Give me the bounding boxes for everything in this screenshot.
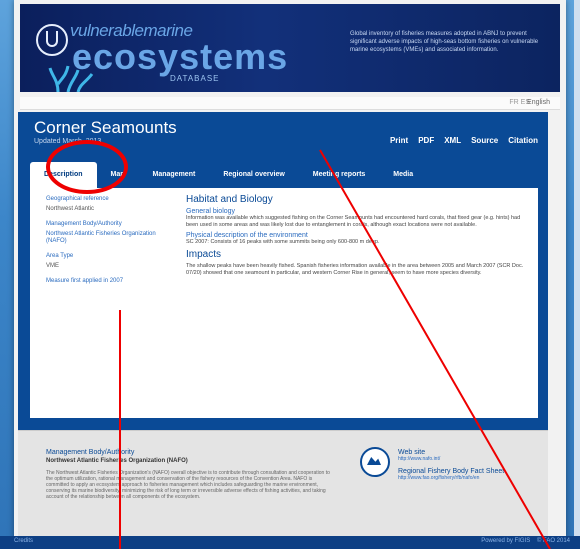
page-title: Corner Seamounts bbox=[34, 118, 177, 137]
nafo-logo-icon bbox=[360, 447, 390, 477]
brand-main: ecosystems bbox=[72, 36, 289, 77]
physical-heading: Physical description of the environment bbox=[186, 232, 308, 239]
geo-label: Geographical reference bbox=[46, 196, 109, 202]
fao-logo-icon[interactable] bbox=[36, 24, 68, 56]
description-body: Habitat and Biology General biology Info… bbox=[186, 194, 526, 280]
tab-media[interactable]: Media bbox=[379, 162, 427, 188]
habitat-heading: Habitat and Biology bbox=[186, 194, 273, 205]
area-label: Area Type bbox=[46, 253, 74, 259]
coral-icon bbox=[48, 65, 94, 92]
language-strip: FR ES English bbox=[20, 97, 560, 110]
print-link[interactable]: Print bbox=[390, 136, 408, 145]
web-site-title: Web site bbox=[398, 449, 426, 456]
tab-meeting-reports[interactable]: Meeting reports bbox=[299, 162, 380, 188]
impacts-heading: Impacts bbox=[186, 249, 222, 260]
mgmt-label: Management Body/Authority bbox=[46, 221, 122, 227]
credits-link[interactable]: Credits bbox=[14, 538, 33, 544]
brand-sub: DATABASE bbox=[170, 74, 220, 83]
language-label[interactable]: English bbox=[527, 99, 550, 106]
general-biology-text: Information was available which suggeste… bbox=[186, 215, 521, 228]
citation-link[interactable]: Citation bbox=[508, 136, 538, 145]
banner-description: Global inventory of fisheries measures a… bbox=[350, 31, 539, 53]
tab-regional-overview[interactable]: Regional overview bbox=[209, 162, 298, 188]
site-banner: vulnerablemarine ecosystems DATABASE Glo… bbox=[20, 4, 560, 92]
info-sidebar: Geographical reference Northwest Atlanti… bbox=[46, 196, 166, 288]
web-site-link[interactable]: http://www.nafo.int/ bbox=[398, 456, 538, 462]
management-footer: Management Body/Authority Northwest Atla… bbox=[18, 430, 548, 536]
geo-value: Northwest Atlantic bbox=[46, 206, 95, 212]
xml-link[interactable]: XML bbox=[444, 136, 461, 145]
pdf-link[interactable]: PDF bbox=[418, 136, 434, 145]
footer-description: The Northwest Atlantic Fisheries Organiz… bbox=[46, 470, 330, 500]
page-bottom-bar: Credits Powered by FIGIS © FAO 2014 bbox=[0, 536, 580, 549]
footer-links: Web site http://www.nafo.int/ Regional F… bbox=[398, 449, 538, 487]
rfb-link[interactable]: http://www.fao.org/fishery/rfb/nafo/en bbox=[398, 475, 538, 481]
annotation-circle bbox=[46, 140, 128, 194]
tab-management[interactable]: Management bbox=[139, 162, 210, 188]
physical-text: SC 2007: Consists of 16 peaks with some … bbox=[186, 239, 380, 245]
action-links: Print PDF XML Source Citation bbox=[390, 136, 538, 145]
mgmt-value[interactable]: Northwest Atlantic Fisheries Organizatio… bbox=[46, 231, 166, 245]
general-biology-heading: General biology bbox=[186, 208, 236, 215]
area-value: VME bbox=[46, 263, 60, 269]
footer-title: Management Body/Authority bbox=[46, 449, 135, 456]
footer-org: Northwest Atlantic Fisheries Organizatio… bbox=[46, 458, 188, 464]
footer-org-info: Management Body/Authority Northwest Atla… bbox=[46, 449, 336, 500]
measure-link[interactable]: Measure first applied in 2007 bbox=[46, 278, 166, 285]
bottom-right-text: Powered by FIGIS © FAO 2014 bbox=[481, 538, 570, 544]
tab-content: Geographical reference Northwest Atlanti… bbox=[30, 188, 538, 418]
rfb-title: Regional Fishery Body Fact Sheet bbox=[398, 468, 505, 475]
impacts-text: The shallow peaks have been heavily fish… bbox=[186, 263, 524, 276]
scrollbar[interactable] bbox=[574, 0, 580, 540]
source-link[interactable]: Source bbox=[471, 136, 498, 145]
